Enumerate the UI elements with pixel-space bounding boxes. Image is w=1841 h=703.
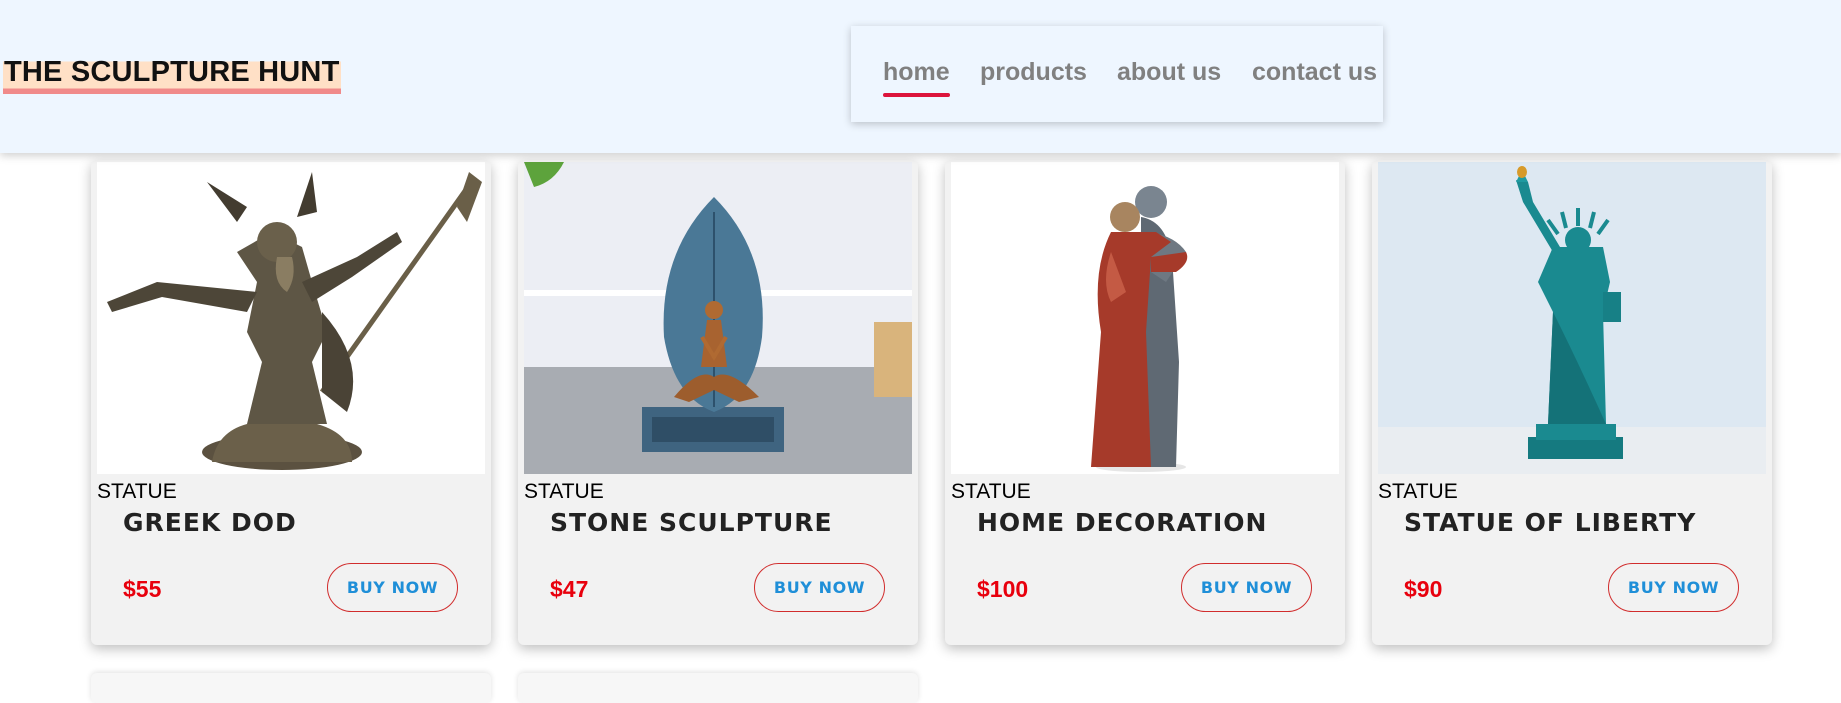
product-name: HOME DECORATION (977, 508, 1268, 537)
product-price: $55 (123, 576, 162, 602)
product-image-greek-god[interactable] (97, 162, 485, 474)
product-image-stone-sculpture[interactable] (524, 162, 912, 474)
buy-now-button[interactable]: BUY NOW (1608, 563, 1739, 612)
product-image-home-decoration[interactable] (951, 162, 1339, 474)
nav-about-us-link[interactable]: about us (1117, 57, 1221, 87)
product-card-partial (91, 673, 491, 703)
product-card: STATUE GREEK DOD $55 BUY NOW (91, 160, 491, 645)
embracing-couple-image (951, 162, 1339, 474)
nav-contact-us-link[interactable]: contact us (1252, 57, 1377, 87)
product-price: $47 (550, 576, 589, 602)
nav-products-link[interactable]: products (980, 57, 1087, 87)
product-card: STATUE STATUE OF LIBERTY $90 BUY NOW (1372, 160, 1772, 645)
product-price: $100 (977, 576, 1029, 602)
greek-god-statue-image (97, 162, 485, 474)
nav-home-link[interactable]: home (883, 57, 950, 97)
buy-now-button[interactable]: BUY NOW (1181, 563, 1312, 612)
buy-now-button[interactable]: BUY NOW (327, 563, 458, 612)
site-logo[interactable]: THE SCULPTURE HUNT (3, 56, 341, 94)
statue-of-liberty-image (1378, 162, 1766, 474)
product-category: STATUE (524, 480, 604, 503)
product-image-statue-of-liberty[interactable] (1378, 162, 1766, 474)
product-name: STATUE OF LIBERTY (1404, 508, 1697, 537)
main-nav: home products about us contact us (851, 26, 1383, 122)
product-name: GREEK DOD (123, 508, 297, 537)
product-category: STATUE (97, 480, 177, 503)
product-price: $90 (1404, 576, 1443, 602)
product-card: STATUE STONE SCULPTURE $47 BUY NOW (518, 160, 918, 645)
product-name: STONE SCULPTURE (550, 508, 833, 537)
buy-now-button[interactable]: BUY NOW (754, 563, 885, 612)
product-card-partial (518, 673, 918, 703)
site-header: THE SCULPTURE HUNT home products about u… (0, 0, 1841, 153)
stone-sculpture-image (524, 162, 912, 474)
product-category: STATUE (951, 480, 1031, 503)
product-category: STATUE (1378, 480, 1458, 503)
product-card: STATUE HOME DECORATION $100 BUY NOW (945, 160, 1345, 645)
